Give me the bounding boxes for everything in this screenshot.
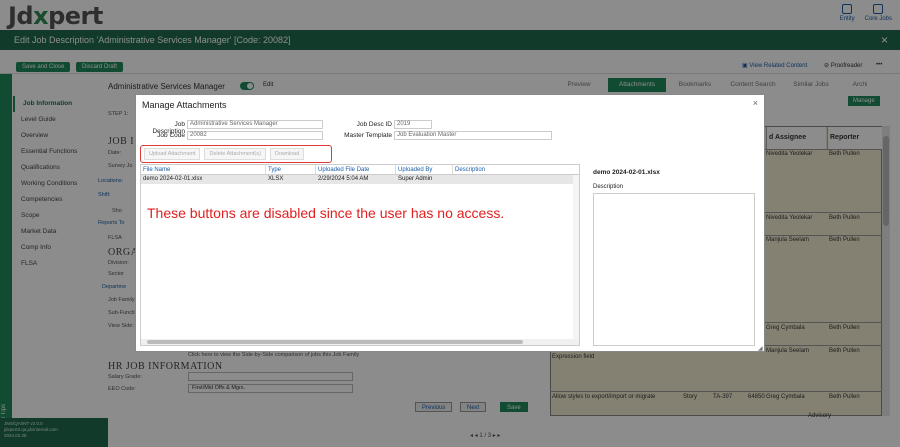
description-textarea[interactable] [593, 193, 755, 346]
close-icon[interactable]: × [753, 98, 758, 108]
download-button: Download [269, 148, 305, 160]
scroll-thumb[interactable] [147, 340, 523, 344]
column-uploaded-by[interactable]: Uploaded By [396, 165, 453, 174]
job-description-field: Administrative Services Manager [187, 120, 323, 129]
grid-vertical-scrollbar[interactable] [573, 175, 579, 341]
description-label: Description [593, 184, 624, 190]
upload-attachment-button: Upload Attachment [144, 148, 201, 160]
uploaded-date-cell: 2/29/2024 5:04 AM [318, 176, 369, 182]
uploaded-by-cell: Super Admin [398, 176, 433, 182]
attachments-grid: File Name Type Uploaded File Date Upload… [140, 164, 580, 346]
delete-attachment-button: Delete Attachment(s) [204, 148, 266, 160]
job-code-field: 20082 [187, 131, 323, 140]
job-desc-id-label: Job Desc ID [356, 121, 392, 128]
disabled-buttons-highlight: Upload Attachment Delete Attachment(s) D… [140, 145, 332, 163]
master-template-field: Job Evaluation Master [394, 131, 552, 140]
resize-handle-icon[interactable]: ◢ [758, 345, 763, 352]
table-row[interactable]: demo 2024-02-01.xlsx XLSX 2/29/2024 5:04… [141, 175, 579, 184]
grid-header: File Name Type Uploaded File Date Upload… [141, 165, 579, 175]
master-template-label: Master Template [344, 132, 392, 139]
selected-file-name: demo 2024-02-01.xlsx [593, 169, 660, 176]
job-desc-id-field: 2019 [394, 120, 432, 129]
column-file-name[interactable]: File Name [141, 165, 266, 174]
description-cell [453, 175, 575, 184]
job-code-label: Job Code [157, 132, 185, 139]
type-cell: XLSX [268, 176, 284, 182]
column-uploaded-date[interactable]: Uploaded File Date [316, 165, 396, 174]
column-type[interactable]: Type [266, 165, 316, 174]
grid-horizontal-scrollbar[interactable] [141, 339, 579, 345]
column-description[interactable]: Description [453, 165, 575, 174]
dialog-title: Manage Attachments [142, 100, 227, 110]
file-name-cell: demo 2024-02-01.xlsx [143, 176, 203, 182]
annotation-text: These buttons are disabled since the use… [147, 205, 505, 221]
